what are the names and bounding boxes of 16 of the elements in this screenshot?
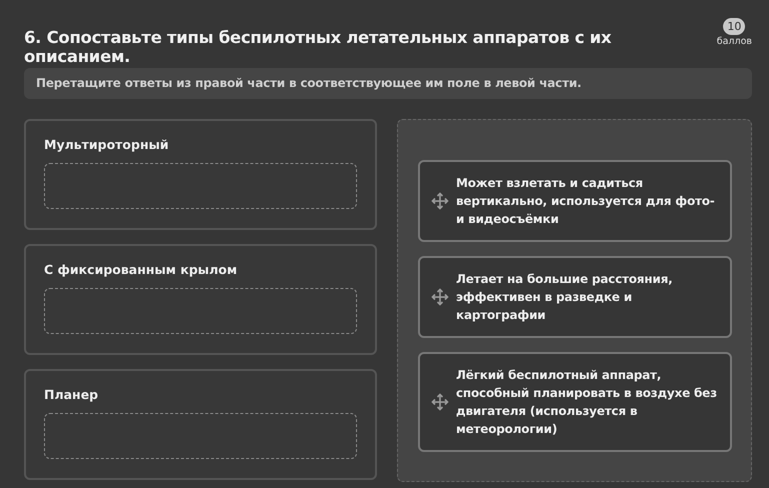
points-label: баллов <box>716 36 752 47</box>
draggable-answer[interactable]: Летает на большие расстояния, эффективен в разведке и картографии <box>418 256 732 338</box>
card-label: С фиксированным крылом <box>44 262 238 279</box>
draggable-answer[interactable]: Может взлетать и садиться вертикально, используется для фото- и видеосъёмки <box>418 160 732 242</box>
drop-zone[interactable] <box>44 288 357 334</box>
instruction-bar: Перетащите ответы из правой части в соответствующее им поле в левой части. <box>24 68 752 99</box>
drop-zone[interactable] <box>44 413 357 459</box>
drop-zone[interactable] <box>44 163 357 209</box>
card-label: Мультироторный <box>44 137 170 154</box>
card-label: Планер <box>44 387 100 404</box>
draggable-answer[interactable]: Лёгкий беспилотный аппарат, способный планировать в воздухе без двигателя (используется в метеорологии) <box>418 352 732 452</box>
move-icon <box>430 191 450 211</box>
points-badge: 10 <box>723 18 746 35</box>
move-icon <box>430 287 450 307</box>
move-icon <box>430 392 450 412</box>
question-title: 6. Сопоставьте типы беспилотных летательных аппаратов с их описанием. <box>24 28 612 66</box>
